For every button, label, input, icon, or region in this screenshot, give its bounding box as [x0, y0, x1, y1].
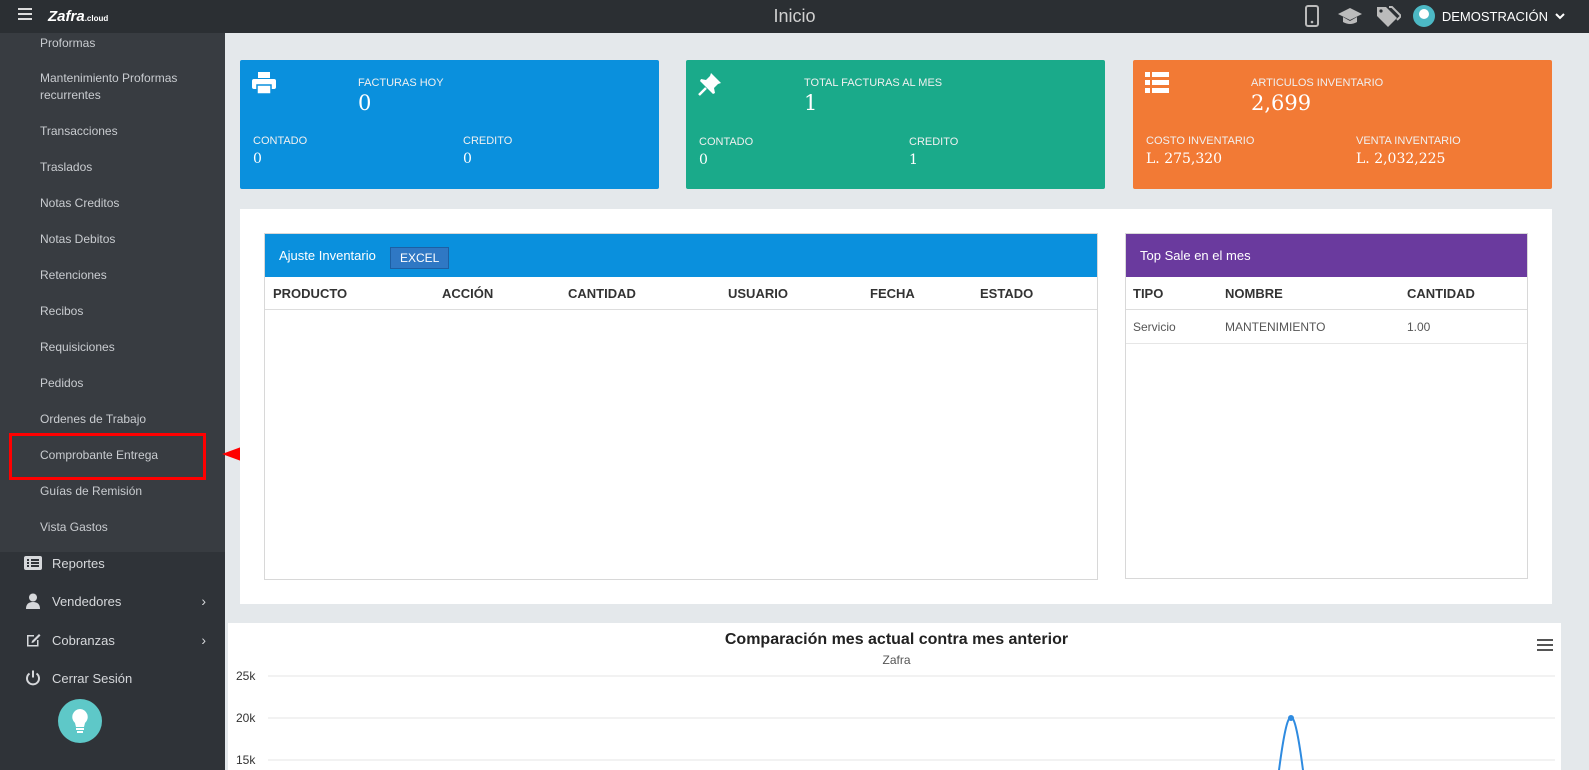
column-header[interactable]: USUARIO — [728, 286, 788, 301]
list-icon — [1145, 72, 1171, 96]
menu-toggle-icon[interactable] — [18, 8, 32, 20]
card-value-contado: 0 — [699, 152, 708, 168]
column-header[interactable]: PRODUCTO — [273, 286, 347, 301]
column-header[interactable]: ESTADO — [980, 286, 1033, 301]
y-tick-label: 25k — [236, 669, 256, 683]
table-title: Top Sale en el mes — [1140, 248, 1251, 263]
logo-text: Zafra — [48, 8, 85, 25]
tags-icon[interactable] — [1375, 5, 1401, 27]
edit-icon — [24, 632, 42, 648]
column-header[interactable]: ACCIÓN — [442, 286, 493, 301]
card-label-contado: CONTADO — [253, 135, 308, 147]
y-tick-label: 20k — [236, 711, 256, 725]
y-tick-label: 15k — [236, 753, 256, 767]
sidebar: Proformas Mantenimiento Proformas recurr… — [0, 33, 225, 770]
sidebar-item-cobranzas[interactable]: Cobranzas › — [24, 632, 214, 648]
sidebar-item-recibos[interactable]: Recibos — [40, 303, 210, 320]
card-title: ARTICULOS INVENTARIO — [1251, 77, 1384, 89]
chart-plot: 25k 20k 15k — [236, 669, 1555, 770]
card-value-venta: L. 2,032,225 — [1356, 151, 1446, 167]
column-header[interactable]: FECHA — [870, 286, 915, 301]
sidebar-item-label: Vendedores — [52, 593, 122, 609]
pin-icon — [698, 72, 724, 96]
sidebar-item-traslados[interactable]: Traslados — [40, 159, 210, 176]
column-header[interactable]: CANTIDAD — [568, 286, 636, 301]
chevron-down-icon — [1555, 12, 1565, 19]
card-title: FACTURAS HOY — [358, 77, 444, 89]
excel-button[interactable]: EXCEL — [390, 247, 450, 269]
sidebar-item-vista-gastos[interactable]: Vista Gastos — [40, 519, 210, 536]
card-value: 2,699 — [1251, 91, 1312, 115]
sidebar-item-label: Cobranzas — [52, 632, 115, 648]
sidebar-item-label: Reportes — [52, 555, 105, 571]
card-label-costo: COSTO INVENTARIO — [1146, 135, 1255, 147]
sidebar-item-proformas[interactable]: Proformas — [40, 35, 210, 52]
list-icon — [24, 555, 42, 571]
ajuste-inventario-table: Ajuste Inventario EXCEL PRODUCTO ACCIÓN … — [264, 233, 1098, 580]
logo[interactable]: Zafra.cloud — [48, 8, 108, 25]
card-value-credito: 0 — [463, 151, 472, 167]
sidebar-item-ordenes-trabajo[interactable]: Ordenes de Trabajo — [40, 411, 210, 428]
card-label-contado: CONTADO — [699, 136, 754, 148]
graduation-cap-icon[interactable] — [1337, 5, 1363, 27]
card-facturas-hoy: FACTURAS HOY 0 CONTADO 0 CREDITO 0 — [240, 60, 659, 189]
power-icon — [24, 670, 42, 686]
sidebar-item-guias-remision[interactable]: Guías de Remisión — [40, 483, 210, 500]
tables-panel: Ajuste Inventario EXCEL PRODUCTO ACCIÓN … — [240, 209, 1552, 604]
cell-tipo: Servicio — [1133, 320, 1176, 334]
annotation-highlight-box — [9, 433, 206, 480]
sidebar-item-mantenimiento-proformas[interactable]: Mantenimiento Proformas recurrentes — [40, 70, 210, 104]
sidebar-item-cerrar-sesion[interactable]: Cerrar Sesión — [24, 670, 214, 686]
card-value: 0 — [358, 91, 372, 115]
series-line — [1278, 716, 1304, 770]
table-row[interactable]: Servicio MANTENIMIENTO 1.00 — [1126, 310, 1527, 344]
lightbulb-icon[interactable] — [58, 699, 102, 743]
cell-nombre: MANTENIMIENTO — [1225, 320, 1326, 334]
card-value-contado: 0 — [253, 151, 262, 167]
printer-icon — [252, 72, 278, 96]
card-label-credito: CREDITO — [463, 135, 513, 147]
series-point[interactable] — [1288, 715, 1294, 721]
table-header: Top Sale en el mes — [1126, 234, 1527, 277]
top-sale-table: Top Sale en el mes TIPO NOMBRE CANTIDAD … — [1125, 233, 1528, 579]
user-menu[interactable]: DEMOSTRACIÓN — [1412, 5, 1565, 27]
card-title: TOTAL FACTURAS AL MES — [804, 77, 943, 89]
table-column-header-row: TIPO NOMBRE CANTIDAD — [1126, 277, 1527, 310]
card-value-credito: 1 — [909, 152, 918, 168]
logo-suffix: .cloud — [84, 14, 109, 23]
user-name: DEMOSTRACIÓN — [1441, 8, 1548, 24]
sidebar-item-requisiciones[interactable]: Requisiciones — [40, 339, 210, 356]
card-label-venta: VENTA INVENTARIO — [1356, 135, 1461, 147]
avatar — [1412, 5, 1435, 27]
chevron-right-icon: › — [201, 593, 206, 609]
card-value: 1 — [804, 91, 818, 115]
sidebar-item-notas-creditos[interactable]: Notas Creditos — [40, 195, 210, 212]
column-header[interactable]: CANTIDAD — [1407, 286, 1475, 301]
sidebar-item-retenciones[interactable]: Retenciones — [40, 267, 210, 284]
top-bar: Zafra.cloud Inicio DEMOSTRACIÓN — [0, 0, 1589, 33]
cell-cantidad: 1.00 — [1407, 320, 1431, 334]
sidebar-item-notas-debitos[interactable]: Notas Debitos — [40, 231, 210, 248]
mobile-icon[interactable] — [1299, 5, 1325, 27]
table-title: Ajuste Inventario — [279, 248, 376, 263]
column-header[interactable]: NOMBRE — [1225, 286, 1283, 301]
comparison-chart: Comparación mes actual contra mes anteri… — [228, 623, 1561, 770]
table-column-header-row: PRODUCTO ACCIÓN CANTIDAD USUARIO FECHA E… — [265, 277, 1097, 310]
sidebar-item-transacciones[interactable]: Transacciones — [40, 123, 210, 140]
chevron-right-icon: › — [201, 632, 206, 648]
card-articulos-inventario: ARTICULOS INVENTARIO 2,699 COSTO INVENTA… — [1133, 60, 1552, 189]
sidebar-item-vendedores[interactable]: Vendedores › — [24, 593, 214, 609]
card-value-costo: L. 275,320 — [1146, 151, 1223, 167]
column-header[interactable]: TIPO — [1133, 286, 1163, 301]
sidebar-item-pedidos[interactable]: Pedidos — [40, 375, 210, 392]
sidebar-item-label: Cerrar Sesión — [52, 670, 133, 686]
sidebar-item-reportes[interactable]: Reportes — [24, 555, 214, 571]
top-icons: DEMOSTRACIÓN — [1299, 5, 1565, 27]
card-total-facturas-mes: TOTAL FACTURAS AL MES 1 CONTADO 0 CREDIT… — [686, 60, 1105, 189]
table-header: Ajuste Inventario EXCEL — [265, 234, 1097, 277]
user-icon — [24, 593, 42, 609]
card-label-credito: CREDITO — [909, 136, 959, 148]
